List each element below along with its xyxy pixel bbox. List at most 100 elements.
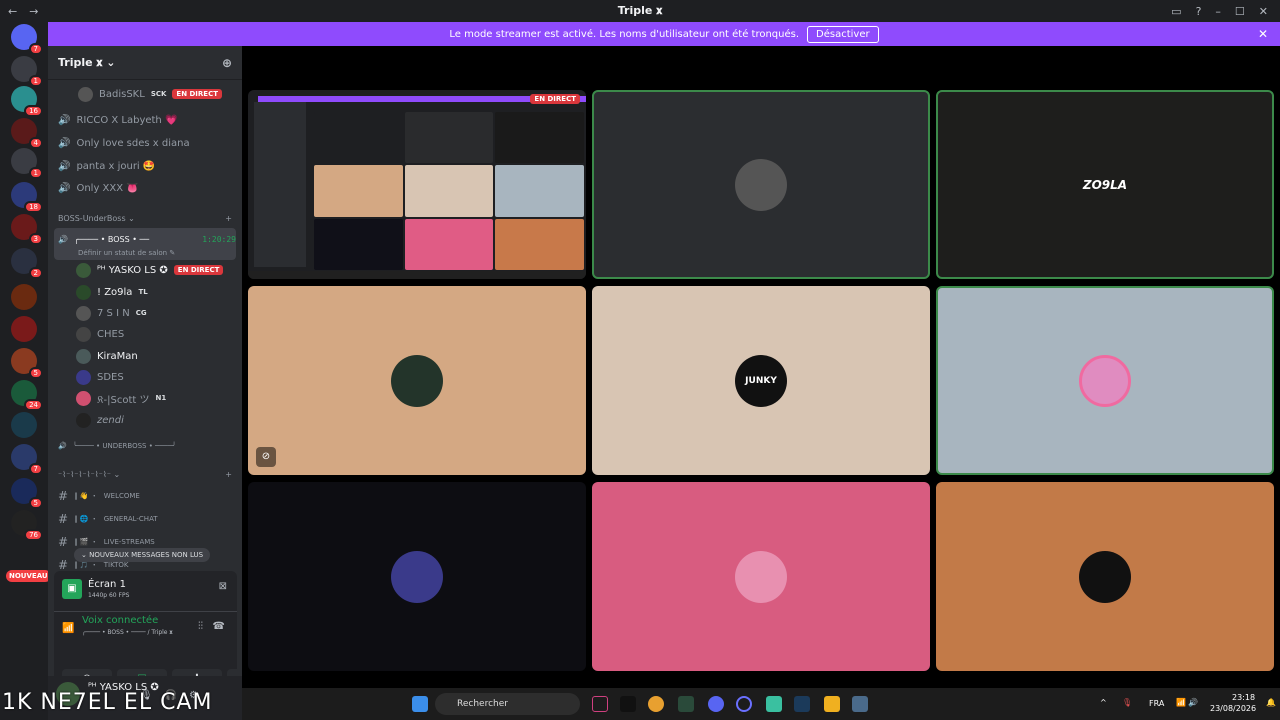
- app-icon[interactable]: [736, 696, 752, 712]
- server-icon[interactable]: 3: [11, 214, 43, 245]
- server-icon[interactable]: 76: [11, 510, 43, 541]
- clock-date[interactable]: 23/08/2026: [1210, 704, 1256, 713]
- voice-member[interactable]: BadisSKL SCK EN DIRECT: [58, 84, 236, 104]
- taskbar-search[interactable]: Rechercher: [435, 693, 580, 715]
- voice-status[interactable]: Voix connectée: [82, 615, 158, 626]
- voice-member[interactable]: CHES: [58, 324, 236, 344]
- server-icon[interactable]: 7: [11, 444, 43, 475]
- server-icon[interactable]: [11, 316, 37, 342]
- screen-title: Écran 1: [88, 579, 126, 590]
- server-icon[interactable]: 1: [11, 56, 43, 87]
- discord-home-icon[interactable]: 7: [11, 24, 43, 55]
- add-member-icon[interactable]: ⊕: [222, 56, 232, 70]
- streamer-mode-banner: Le mode streamer est activé. Les noms d'…: [48, 22, 1280, 46]
- avatar: [391, 550, 443, 603]
- voice-channel[interactable]: 🔊 Only XXX 👅: [58, 178, 236, 198]
- voice-channel[interactable]: 🔊 ╰──── • UNDERBOSS • ────╯: [58, 436, 236, 456]
- avatar: [735, 550, 787, 603]
- voice-member[interactable]: 𝔎-|Scott ツ N1: [58, 388, 236, 408]
- unread-messages-pill[interactable]: ⌄ NOUVEAUX MESSAGES NON LUS: [74, 548, 211, 562]
- voice-channel[interactable]: 🔊 Only love sdes x diana: [58, 133, 236, 153]
- category-boss[interactable]: BOSS-UnderBoss ⌄ +: [58, 214, 232, 223]
- text-channel[interactable]: # ‖ 👋 ・ WELCOME: [58, 486, 236, 506]
- chrome-icon[interactable]: [648, 696, 664, 712]
- discord-icon[interactable]: [708, 696, 724, 712]
- server-icon[interactable]: [11, 284, 37, 310]
- avatar: [78, 86, 93, 102]
- new-servers-badge[interactable]: NOUVEAU: [6, 570, 51, 582]
- participant-tile[interactable]: [936, 482, 1274, 671]
- avatar: [76, 326, 91, 342]
- server-icon[interactable]: 2: [11, 248, 43, 279]
- notification-icon[interactable]: 🔔: [1266, 698, 1276, 707]
- avatar: [76, 348, 91, 364]
- avatar: [1079, 550, 1131, 603]
- live-badge: EN DIRECT: [172, 89, 222, 99]
- server-icon[interactable]: [11, 412, 37, 438]
- tray-chevron-icon[interactable]: ^: [1100, 698, 1107, 707]
- voice-member[interactable]: 7 S I N CG: [58, 303, 236, 323]
- settings-icon[interactable]: [852, 696, 868, 712]
- windows-start-icon[interactable]: [412, 696, 428, 712]
- language[interactable]: FRA: [1149, 699, 1164, 708]
- hash-icon: #: [58, 535, 69, 549]
- speaker-icon: 🔊: [58, 114, 71, 126]
- noise-suppression-icon[interactable]: ⫶⫶: [198, 621, 203, 632]
- windows-taskbar: Rechercher ^ 🎙 FRA 📶 🔊 23:18 23/08/2026 …: [242, 688, 1280, 720]
- volume-icon[interactable]: 🔊: [1188, 698, 1198, 707]
- app-icon[interactable]: [678, 696, 694, 712]
- participant-tile[interactable]: JUNKY: [592, 286, 930, 475]
- video-off-icon: ⊘: [256, 447, 276, 467]
- avatar: [76, 369, 91, 385]
- voice-member[interactable]: KiraMan: [58, 346, 236, 366]
- steam-icon[interactable]: [794, 696, 810, 712]
- server-icon[interactable]: 5: [11, 478, 43, 509]
- server-icon[interactable]: 4: [11, 118, 43, 149]
- participant-tile[interactable]: [248, 482, 586, 671]
- app-icon[interactable]: [824, 696, 840, 712]
- screen-share-icon: ▣: [62, 579, 82, 599]
- add-channel-icon: +: [225, 214, 232, 223]
- server-icon[interactable]: 1: [11, 148, 43, 179]
- signal-icon[interactable]: 📶: [62, 623, 74, 634]
- voice-member[interactable]: ᴾᴴ YASKO LS ✪ EN DIRECT: [58, 260, 236, 280]
- voice-member[interactable]: zendi: [58, 410, 236, 430]
- app-icon[interactable]: [592, 696, 608, 712]
- participant-tile[interactable]: ⊘: [248, 286, 586, 475]
- stop-stream-icon[interactable]: ⊠: [219, 581, 227, 592]
- text-channel[interactable]: # ‖ 🌐 ・ GENERAL-CHAT: [58, 509, 236, 529]
- app-icon[interactable]: [766, 696, 782, 712]
- clock-time[interactable]: 23:18: [1232, 693, 1255, 702]
- participant-tile[interactable]: [592, 90, 930, 279]
- voice-member[interactable]: SDES: [58, 367, 236, 387]
- wifi-icon[interactable]: 📶: [1176, 698, 1186, 707]
- voice-member[interactable]: ! Zo9la TL: [58, 282, 236, 302]
- server-icon[interactable]: 5: [11, 348, 43, 379]
- voice-channel-path[interactable]: ╭──── • BOSS • ──── / Triple 𝐱: [82, 629, 173, 637]
- voice-channel[interactable]: 🔊 panta x jouri 🤩: [58, 156, 236, 176]
- participant-tile[interactable]: ZO9LA: [936, 90, 1274, 279]
- tiktok-icon[interactable]: [620, 696, 636, 712]
- microphone-tray-icon[interactable]: 🎙: [1122, 698, 1132, 707]
- disconnect-icon[interactable]: ☎: [213, 621, 225, 632]
- avatar: [76, 284, 91, 300]
- screen-share-tile[interactable]: EN DIRECT: [248, 90, 586, 279]
- disable-button[interactable]: Désactiver: [807, 25, 879, 43]
- divider: [54, 611, 237, 612]
- category-text[interactable]: ⁻⌇⁻⌇⁻⌇⁻⌇⁻⌇⁻⌇⁻ ⌄ +: [58, 470, 232, 479]
- participant-tile[interactable]: [936, 286, 1274, 475]
- server-icon[interactable]: 24: [11, 380, 43, 411]
- participant-tile[interactable]: [592, 482, 930, 671]
- banner-close-icon[interactable]: ✕: [1258, 27, 1268, 41]
- server-icon[interactable]: 18: [11, 182, 43, 213]
- avatar: JUNKY: [735, 354, 787, 407]
- live-badge: EN DIRECT: [173, 265, 224, 275]
- avatar: [76, 390, 91, 406]
- avatar: [1079, 354, 1131, 407]
- speaker-icon: 🔊: [58, 160, 71, 172]
- guild-header[interactable]: Triple 𝐱 ⌄ ⊕: [48, 46, 242, 80]
- speaker-icon: 🔊: [58, 442, 67, 450]
- add-channel-icon: +: [225, 470, 232, 479]
- voice-channel[interactable]: 🔊 RICCO X Labyeth 💗: [58, 110, 236, 130]
- server-icon[interactable]: 16: [11, 86, 43, 117]
